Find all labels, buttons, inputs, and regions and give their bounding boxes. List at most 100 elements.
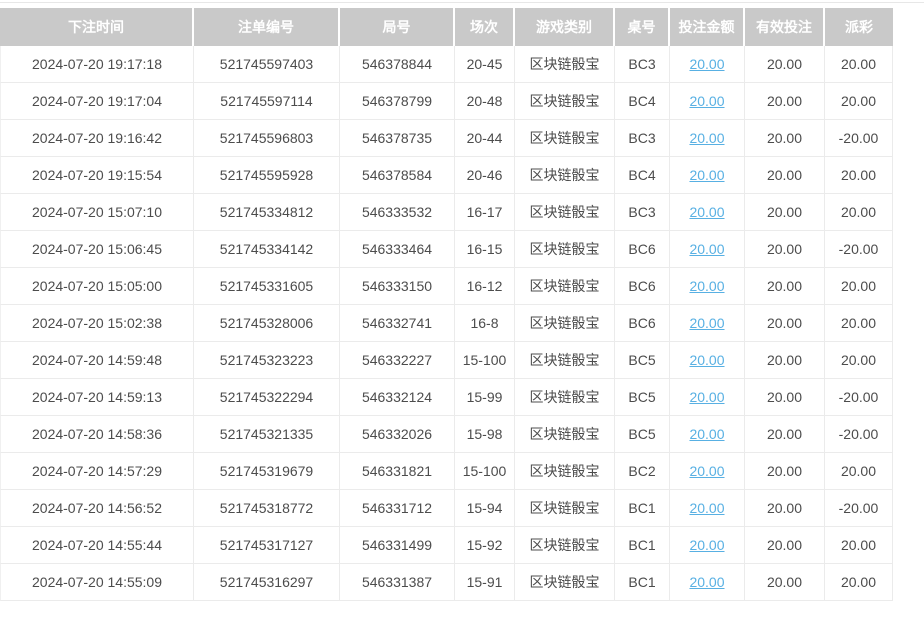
bet-amount-link[interactable]: 20.00 (689, 93, 724, 109)
cell-game_type: 区块链骰宝 (515, 268, 615, 305)
table-row: 2024-07-20 19:17:04 521745597114 546378799… (0, 83, 893, 120)
column-header-valid_bet: 有效投注 (745, 8, 825, 46)
cell-payout: 20.00 (825, 527, 893, 564)
cell-payout: 20.00 (825, 194, 893, 231)
header-row: 下注时间 注单编号 局号 场次 游戏类别 桌号 投注金额 有效投注 派彩 (0, 8, 893, 46)
column-header-game_type: 游戏类别 (515, 8, 615, 46)
cell-session: 20-45 (455, 46, 515, 83)
cell-order_no: 521745316297 (194, 564, 340, 601)
bet-amount-link[interactable]: 20.00 (689, 241, 724, 257)
table-row: 2024-07-20 15:06:45 521745334142 546333464… (0, 231, 893, 268)
bet-amount-link[interactable]: 20.00 (689, 426, 724, 442)
bet-amount-link[interactable]: 20.00 (689, 389, 724, 405)
cell-payout: 20.00 (825, 342, 893, 379)
column-header-order_no: 注单编号 (194, 8, 340, 46)
cell-table_no: BC1 (615, 527, 670, 564)
cell-round_no: 546331821 (340, 453, 455, 490)
bet-amount-link[interactable]: 20.00 (689, 56, 724, 72)
bet-amount-link[interactable]: 20.00 (689, 315, 724, 331)
table-row: 2024-07-20 14:56:52 521745318772 546331712… (0, 490, 893, 527)
cell-time: 2024-07-20 15:06:45 (0, 231, 194, 268)
cell-time: 2024-07-20 15:05:00 (0, 268, 194, 305)
column-header-time: 下注时间 (0, 8, 194, 46)
cell-valid_bet: 20.00 (745, 83, 825, 120)
cell-bet_amount: 20.00 (670, 453, 745, 490)
cell-table_no: BC2 (615, 453, 670, 490)
cell-round_no: 546332741 (340, 305, 455, 342)
bet-amount-link[interactable]: 20.00 (689, 130, 724, 146)
cell-round_no: 546378584 (340, 157, 455, 194)
cell-table_no: BC1 (615, 564, 670, 601)
cell-valid_bet: 20.00 (745, 379, 825, 416)
cell-payout: -20.00 (825, 231, 893, 268)
cell-bet_amount: 20.00 (670, 231, 745, 268)
cell-session: 20-44 (455, 120, 515, 157)
cell-game_type: 区块链骰宝 (515, 453, 615, 490)
cell-round_no: 546332124 (340, 379, 455, 416)
cell-table_no: BC4 (615, 83, 670, 120)
cell-table_no: BC3 (615, 120, 670, 157)
cell-session: 15-100 (455, 453, 515, 490)
cell-time: 2024-07-20 19:17:04 (0, 83, 194, 120)
bet-amount-link[interactable]: 20.00 (689, 574, 724, 590)
cell-game_type: 区块链骰宝 (515, 342, 615, 379)
bet-amount-link[interactable]: 20.00 (689, 500, 724, 516)
cell-order_no: 521745317127 (194, 527, 340, 564)
cell-valid_bet: 20.00 (745, 268, 825, 305)
cell-time: 2024-07-20 19:17:18 (0, 46, 194, 83)
cell-session: 16-15 (455, 231, 515, 268)
cell-payout: 20.00 (825, 46, 893, 83)
cell-order_no: 521745321335 (194, 416, 340, 453)
cell-valid_bet: 20.00 (745, 416, 825, 453)
cell-order_no: 521745322294 (194, 379, 340, 416)
cell-bet_amount: 20.00 (670, 564, 745, 601)
bet-amount-link[interactable]: 20.00 (689, 463, 724, 479)
cell-table_no: BC6 (615, 231, 670, 268)
cell-session: 15-100 (455, 342, 515, 379)
table-row: 2024-07-20 15:02:38 521745328006 546332741… (0, 305, 893, 342)
cell-table_no: BC5 (615, 379, 670, 416)
cell-round_no: 546333150 (340, 268, 455, 305)
table-row: 2024-07-20 15:05:00 521745331605 546333150… (0, 268, 893, 305)
cell-order_no: 521745334812 (194, 194, 340, 231)
bet-amount-link[interactable]: 20.00 (689, 352, 724, 368)
cell-bet_amount: 20.00 (670, 157, 745, 194)
cell-game_type: 区块链骰宝 (515, 83, 615, 120)
cell-time: 2024-07-20 15:02:38 (0, 305, 194, 342)
cell-round_no: 546333532 (340, 194, 455, 231)
table-row: 2024-07-20 14:57:29 521745319679 546331821… (0, 453, 893, 490)
column-header-table_no: 桌号 (615, 8, 670, 46)
column-header-round_no: 局号 (340, 8, 455, 46)
cell-payout: 20.00 (825, 157, 893, 194)
cell-payout: -20.00 (825, 416, 893, 453)
cell-session: 20-46 (455, 157, 515, 194)
cell-round_no: 546378844 (340, 46, 455, 83)
cell-valid_bet: 20.00 (745, 453, 825, 490)
cell-valid_bet: 20.00 (745, 120, 825, 157)
cell-bet_amount: 20.00 (670, 120, 745, 157)
cell-round_no: 546332227 (340, 342, 455, 379)
bet-amount-link[interactable]: 20.00 (689, 167, 724, 183)
cell-session: 15-91 (455, 564, 515, 601)
bet-amount-link[interactable]: 20.00 (689, 204, 724, 220)
cell-bet_amount: 20.00 (670, 527, 745, 564)
cell-game_type: 区块链骰宝 (515, 305, 615, 342)
cell-order_no: 521745318772 (194, 490, 340, 527)
cell-game_type: 区块链骰宝 (515, 564, 615, 601)
cell-table_no: BC1 (615, 490, 670, 527)
cell-game_type: 区块链骰宝 (515, 46, 615, 83)
cell-payout: -20.00 (825, 490, 893, 527)
cell-time: 2024-07-20 14:57:29 (0, 453, 194, 490)
cell-round_no: 546333464 (340, 231, 455, 268)
cell-table_no: BC3 (615, 46, 670, 83)
cell-bet_amount: 20.00 (670, 268, 745, 305)
table-row: 2024-07-20 14:58:36 521745321335 546332026… (0, 416, 893, 453)
bet-amount-link[interactable]: 20.00 (689, 537, 724, 553)
bet-amount-link[interactable]: 20.00 (689, 278, 724, 294)
cell-bet_amount: 20.00 (670, 83, 745, 120)
cell-bet_amount: 20.00 (670, 342, 745, 379)
cell-valid_bet: 20.00 (745, 46, 825, 83)
cell-game_type: 区块链骰宝 (515, 416, 615, 453)
table-row: 2024-07-20 14:59:48 521745323223 546332227… (0, 342, 893, 379)
table-row: 2024-07-20 14:55:44 521745317127 546331499… (0, 527, 893, 564)
